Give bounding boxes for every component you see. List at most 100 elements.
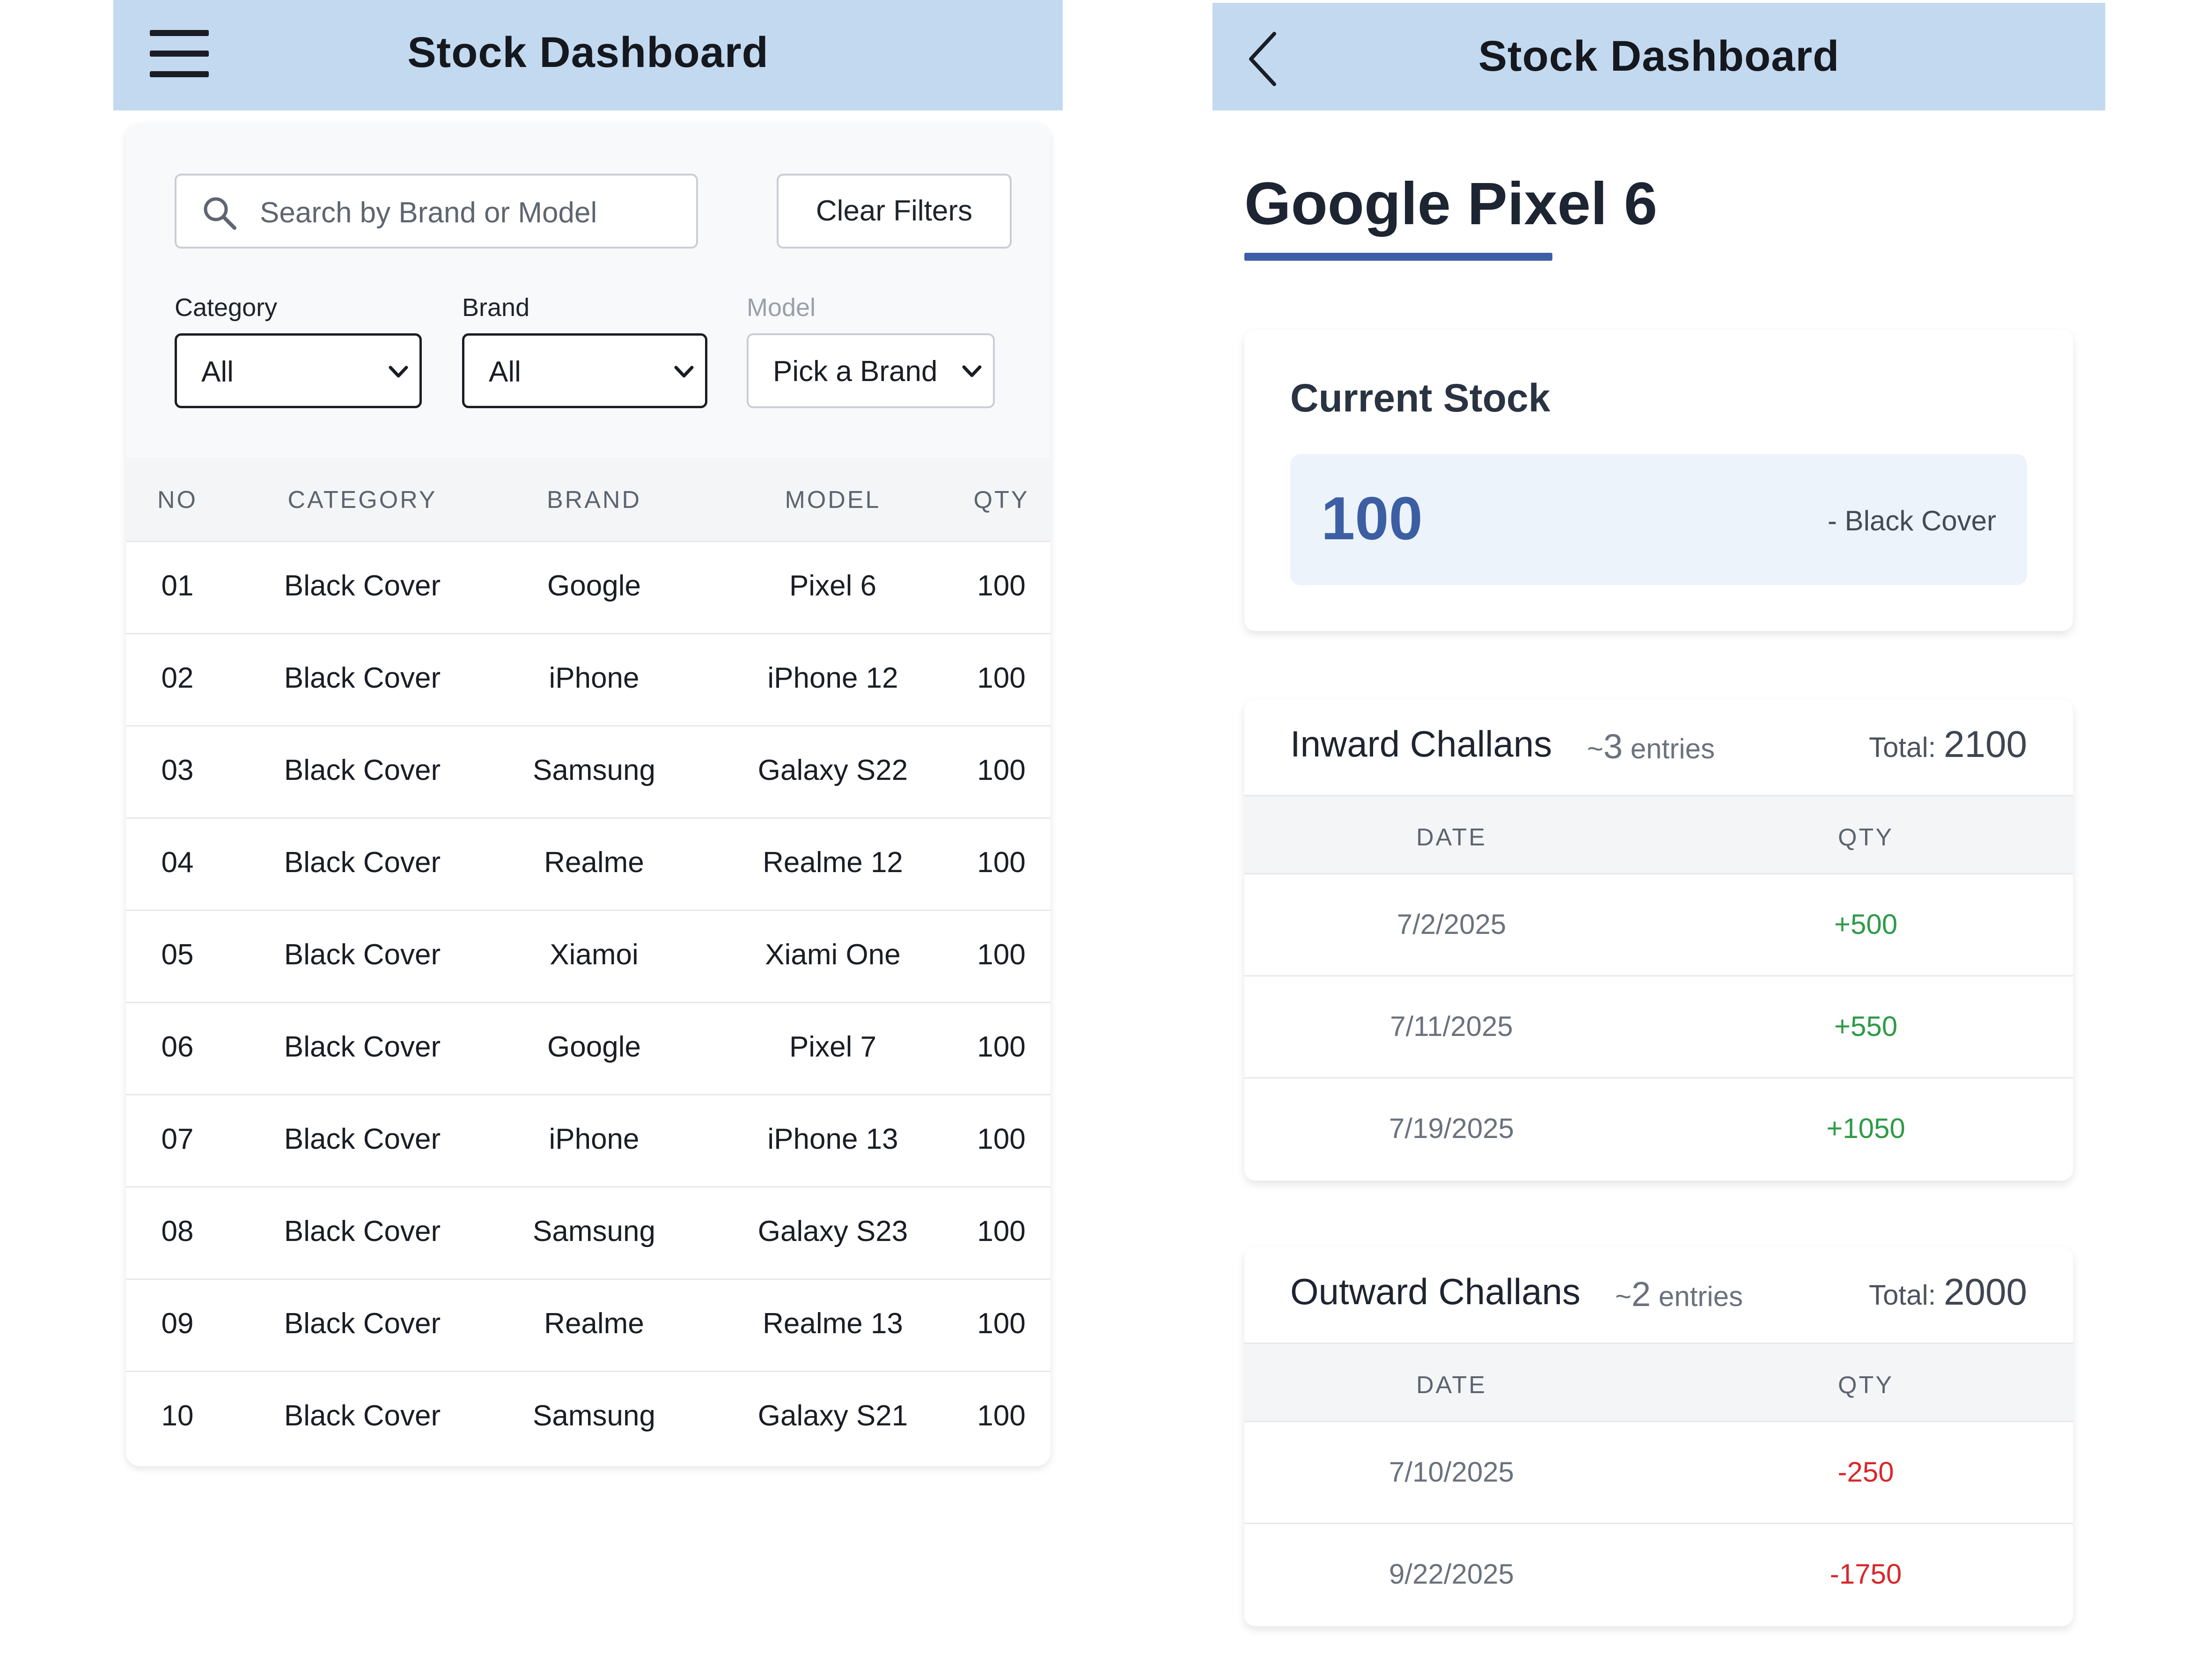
table-row[interactable]: 04 Black Cover Realme Realme 12 100	[126, 819, 1051, 911]
cell-category: Black Cover	[284, 1400, 441, 1432]
current-stock-heading: Current Stock	[1290, 376, 1551, 420]
table-row[interactable]: 07 Black Cover iPhone iPhone 13 100	[126, 1095, 1051, 1188]
search-input[interactable]: Search by Brand or Model	[175, 174, 698, 249]
challan-qty: +500	[1834, 909, 1898, 940]
cell-model: iPhone 12	[767, 662, 898, 694]
entries-prefix: ~	[1587, 733, 1604, 764]
inward-challans-card: Inward Challans ~3 entries Total: 2100 D…	[1244, 699, 2073, 1181]
cell-qty: 100	[977, 846, 1026, 879]
cell-no: 04	[161, 846, 194, 879]
brand-select-value: All	[489, 356, 521, 388]
challan-row: 9/22/2025 -1750	[1244, 1524, 2073, 1626]
cell-brand: iPhone	[549, 1123, 639, 1155]
table-row[interactable]: 08 Black Cover Samsung Galaxy S23 100	[126, 1188, 1051, 1280]
app-title: Stock Dashboard	[1478, 32, 1840, 80]
cell-qty: 100	[977, 754, 1026, 786]
cell-no: 07	[161, 1123, 194, 1155]
table-row[interactable]: 06 Black Cover Google Pixel 7 100	[126, 1003, 1051, 1095]
cell-model: iPhone 13	[767, 1123, 898, 1155]
model-select[interactable]: Pick a Brand	[747, 333, 995, 408]
top-app-bar: Stock Dashboard	[113, 0, 1063, 110]
title-underline	[1244, 253, 1552, 261]
cell-brand: Samsung	[533, 1400, 655, 1432]
search-placeholder: Search by Brand or Model	[260, 197, 597, 229]
challan-row: 7/11/2025 +550	[1244, 976, 2073, 1079]
cell-category: Black Cover	[284, 1123, 441, 1155]
cell-no: 10	[161, 1400, 194, 1432]
cell-brand: Realme	[544, 1307, 644, 1340]
challan-row: 7/2/2025 +500	[1244, 874, 2073, 976]
category-label: Category	[175, 294, 278, 322]
cell-brand: Google	[547, 1031, 641, 1063]
challan-qty: -250	[1837, 1456, 1894, 1488]
app-title: Stock Dashboard	[407, 29, 769, 76]
filter-panel: Search by Brand or Model Clear Filters C…	[126, 124, 1051, 458]
cell-qty: 100	[977, 939, 1026, 971]
cell-brand: Xiamoi	[550, 939, 639, 971]
challan-date: 7/19/2025	[1389, 1113, 1514, 1144]
inward-table-header: DATE QTY	[1244, 795, 2073, 874]
cell-brand: Samsung	[533, 754, 655, 786]
current-stock-category: - Black Cover	[1827, 505, 1996, 536]
challan-date: 9/22/2025	[1389, 1558, 1514, 1590]
inward-challans-title: Inward Challans	[1290, 723, 1552, 764]
column-header-brand: BRAND	[546, 486, 642, 514]
cell-no: 09	[161, 1307, 194, 1340]
chevron-down-icon	[962, 365, 982, 377]
table-row[interactable]: 10 Black Cover Samsung Galaxy S21 100	[126, 1372, 1051, 1464]
challan-date: 7/2/2025	[1396, 909, 1507, 940]
entries-number: 2	[1631, 1275, 1651, 1314]
cell-model: Galaxy S23	[757, 1215, 908, 1248]
cell-qty: 100	[977, 570, 1026, 602]
category-select-value: All	[201, 356, 234, 388]
cell-category: Black Cover	[284, 570, 441, 602]
cell-no: 06	[161, 1031, 194, 1063]
cell-category: Black Cover	[284, 939, 441, 971]
challan-qty: +550	[1834, 1011, 1898, 1042]
brand-label: Brand	[462, 294, 530, 322]
entries-number: 3	[1603, 727, 1623, 766]
cell-model: Pixel 7	[789, 1031, 877, 1063]
current-stock-box: 100 - Black Cover	[1290, 454, 2027, 585]
brand-select[interactable]: All	[462, 333, 707, 408]
outward-table-header: DATE QTY	[1244, 1343, 2073, 1422]
cell-category: Black Cover	[284, 662, 441, 694]
category-select[interactable]: All	[175, 333, 422, 408]
total-label: Total:	[1868, 1279, 1936, 1311]
cell-qty: 100	[977, 1307, 1026, 1340]
table-row[interactable]: 03 Black Cover Samsung Galaxy S22 100	[126, 727, 1051, 819]
cell-category: Black Cover	[284, 1215, 441, 1248]
total-value: 2000	[1944, 1271, 2027, 1313]
product-title: Google Pixel 6	[1244, 170, 1658, 237]
table-row[interactable]: 05 Black Cover Xiamoi Xiami One 100	[126, 911, 1051, 1003]
cell-brand: Realme	[544, 846, 644, 879]
model-label: Model	[747, 294, 816, 322]
cell-qty: 100	[977, 1031, 1026, 1063]
cell-brand: Google	[547, 570, 641, 602]
table-row[interactable]: 02 Black Cover iPhone iPhone 12 100	[126, 634, 1051, 727]
table-row[interactable]: 01 Black Cover Google Pixel 6 100	[126, 542, 1051, 634]
column-header-model: MODEL	[785, 486, 881, 514]
challan-qty: +1050	[1826, 1113, 1905, 1144]
inward-entries-count: ~3 entries	[1587, 727, 1715, 766]
cell-model: Pixel 6	[789, 570, 877, 602]
outward-total: Total: 2000	[1869, 1270, 2027, 1314]
cell-model: Realme 13	[763, 1307, 903, 1340]
model-select-value: Pick a Brand	[773, 355, 938, 388]
top-app-bar: Stock Dashboard	[1213, 3, 2105, 110]
column-header-no: NO	[157, 486, 198, 514]
current-stock-card: Current Stock 100 - Black Cover	[1244, 330, 2073, 631]
cell-qty: 100	[977, 1400, 1026, 1432]
cell-qty: 100	[977, 662, 1026, 694]
cell-no: 03	[161, 754, 194, 786]
current-stock-value: 100	[1321, 484, 1423, 552]
column-header-qty: QTY	[1838, 824, 1894, 851]
challan-date: 7/10/2025	[1389, 1456, 1514, 1488]
cell-model: Galaxy S21	[757, 1400, 908, 1432]
challan-row: 7/19/2025 +1050	[1244, 1079, 2073, 1181]
table-row[interactable]: 09 Black Cover Realme Realme 13 100	[126, 1280, 1051, 1372]
clear-filters-button[interactable]: Clear Filters	[777, 174, 1012, 249]
cell-no: 08	[161, 1215, 194, 1248]
table-header: NO CATEGORY BRAND MODEL QTY	[126, 458, 1051, 542]
cell-category: Black Cover	[284, 754, 441, 786]
